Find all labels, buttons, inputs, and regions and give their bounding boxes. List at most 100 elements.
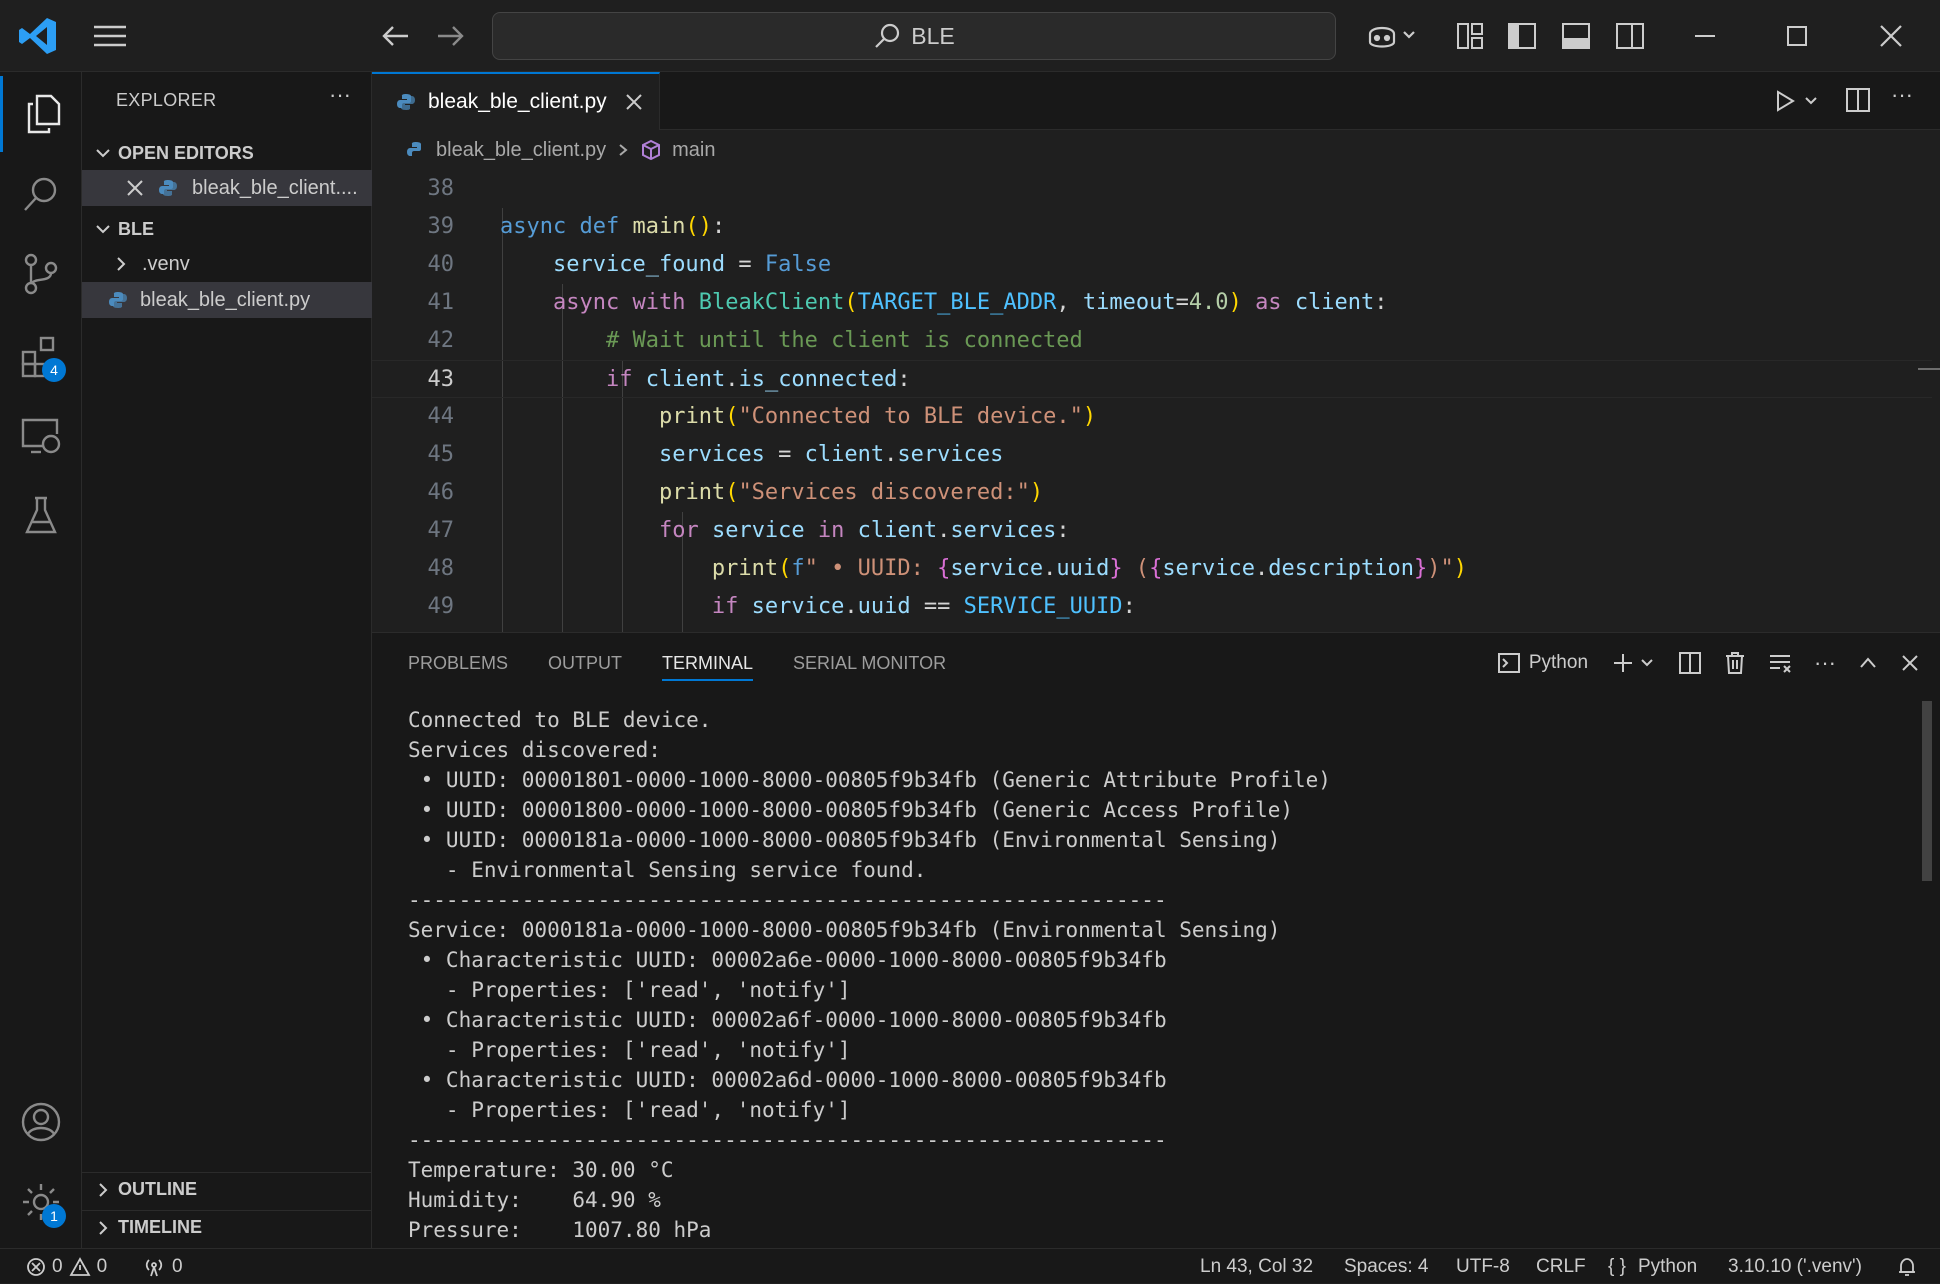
explorer-activity-button[interactable] [0,76,82,152]
menu-icon[interactable] [90,18,130,54]
close-icon[interactable] [625,93,643,111]
terminal-line: ----------------------------------------… [408,1128,1167,1152]
outline-section[interactable]: OUTLINE [82,1172,372,1206]
customize-layout-icon[interactable] [1448,14,1492,58]
tree-item-venv[interactable]: .venv [82,246,372,282]
new-terminal-button[interactable] [1612,652,1654,674]
chevron-down-icon [1804,94,1818,108]
clear-terminal-icon[interactable] [1768,652,1792,674]
files-icon [23,92,63,136]
line-number: 41 [427,290,455,315]
play-icon [1774,89,1796,113]
source-control-activity-button[interactable] [0,236,82,312]
search-icon [21,174,61,214]
code-line[interactable]: 47 for service in client.services: [372,512,1932,550]
timeline-section[interactable]: TIMELINE [82,1210,372,1244]
terminal-shell-selector[interactable]: Python [1497,652,1588,674]
code-line[interactable]: 40 service_found = False [372,246,1932,284]
language-label: Python [1637,1255,1698,1277]
terminal-output[interactable]: Connected to BLE device. Services discove… [408,705,1888,1245]
eol-status[interactable]: CRLF [1536,1249,1586,1284]
terminal-scrollbar[interactable] [1922,701,1932,881]
chevron-down-icon [88,144,118,162]
code-line[interactable]: 48 print(f" • UUID: {service.uuid} ({ser… [372,550,1932,588]
ble-folder-section[interactable]: BLE [82,212,372,246]
python-file-icon [158,178,178,198]
code-text: service_found = False [552,252,832,277]
account-icon [19,1100,63,1144]
code-line[interactable]: 38 [372,170,1932,208]
tab-output[interactable]: OUTPUT [548,633,622,693]
close-window-icon[interactable] [1866,14,1916,58]
breadcrumb-symbol[interactable]: main [672,139,715,162]
line-number: 46 [427,480,455,505]
bell-icon[interactable] [1896,1249,1918,1284]
settings-badge: 1 [42,1204,66,1228]
code-line[interactable]: 41 async with BleakClient(TARGET_BLE_ADD… [372,284,1932,322]
code-text: print("Connected to BLE device.") [658,404,1097,429]
split-terminal-icon[interactable] [1678,651,1702,675]
open-editors-section[interactable]: OPEN EDITORS [82,136,372,170]
search-activity-button[interactable] [0,156,82,232]
code-line[interactable]: 44 print("Connected to BLE device.") [372,398,1932,436]
plus-icon [1612,652,1634,674]
indentation-status[interactable]: Spaces: 4 [1344,1249,1429,1284]
explorer-more-actions[interactable]: ··· [320,82,360,114]
code-line[interactable]: 43 if client.is_connected: [372,360,1932,398]
toggle-panel-icon[interactable] [1554,14,1598,58]
terminal-line: • Characteristic UUID: 00002a6d-0000-100… [408,1068,1167,1092]
problems-status[interactable]: 0 0 [26,1249,107,1284]
code-line[interactable]: 46 print("Services discovered:") [372,474,1932,512]
code-line[interactable]: 42 # Wait until the client is connected [372,322,1932,360]
maximize-icon[interactable] [1772,14,1822,58]
toggle-sidebar-icon[interactable] [1500,14,1544,58]
accounts-activity-button[interactable] [0,1084,82,1160]
remote-explorer-icon [19,416,63,456]
cursor-position[interactable]: Ln 43, Col 32 [1200,1249,1313,1284]
ports-status[interactable]: 0 [142,1249,183,1284]
command-center-search[interactable]: BLE [492,12,1336,60]
tree-item-bleak-ble-client[interactable]: bleak_ble_client.py [82,282,372,318]
code-line[interactable]: 45 services = client.services [372,436,1932,474]
tab-problems[interactable]: PROBLEMS [408,633,508,693]
bottom-panel: PROBLEMS OUTPUT TERMINAL SERIAL MONITOR … [372,632,1940,1248]
editor-tab-active[interactable]: bleak_ble_client.py [372,72,660,130]
search-icon [873,22,901,50]
chevron-right-icon [88,1219,118,1237]
language-status[interactable]: { } Python [1608,1249,1697,1284]
open-editor-item[interactable]: bleak_ble_client.... [82,170,372,206]
breadcrumb-file[interactable]: bleak_ble_client.py [436,139,606,162]
chevron-right-icon [112,255,130,273]
code-line[interactable]: 39 async def main(): [372,208,1932,246]
tab-terminal[interactable]: TERMINAL [662,633,754,693]
code-line[interactable]: 49 if service.uuid == SERVICE_UUID: [372,588,1932,626]
run-python-button[interactable] [1774,86,1830,116]
forward-arrow-icon[interactable] [432,18,468,54]
panel-more-actions-icon[interactable]: ··· [1814,650,1836,676]
minimize-icon[interactable] [1680,14,1730,58]
explorer-title: EXPLORER [116,90,217,110]
manage-activity-button[interactable]: 1 [0,1164,82,1240]
explorer-sidebar: EXPLORER ··· OPEN EDITORS bleak_ble_clie… [82,72,372,1248]
split-editor-icon[interactable] [1844,86,1874,116]
copilot-icon[interactable] [1360,14,1424,58]
close-icon[interactable] [126,179,144,197]
code-text: async with BleakClient(TARGET_BLE_ADDR, … [552,290,1388,315]
scrollbar-cursor-marker [1918,368,1940,370]
back-arrow-icon[interactable] [378,18,414,54]
remote-explorer-activity-button[interactable] [0,398,82,474]
tree-item-label: .venv [142,252,190,275]
code-text: # Wait until the client is connected [605,328,1083,353]
code-editor[interactable]: 38 39 async def main(): 40 service_found = … [372,170,1940,632]
trash-icon[interactable] [1724,651,1746,675]
interpreter-status[interactable]: 3.10.10 ('.venv') [1728,1249,1862,1284]
maximize-panel-icon[interactable] [1858,653,1878,673]
tab-serial-monitor[interactable]: SERIAL MONITOR [793,633,946,693]
toggle-secondary-sidebar-icon[interactable] [1608,14,1652,58]
encoding-status[interactable]: UTF-8 [1456,1249,1510,1284]
testing-activity-button[interactable] [0,478,82,554]
editor-more-actions-icon[interactable]: ··· [1884,82,1920,112]
extensions-activity-button[interactable]: 4 [0,318,82,394]
close-panel-icon[interactable] [1900,653,1920,673]
ports-count: 0 [172,1255,183,1277]
